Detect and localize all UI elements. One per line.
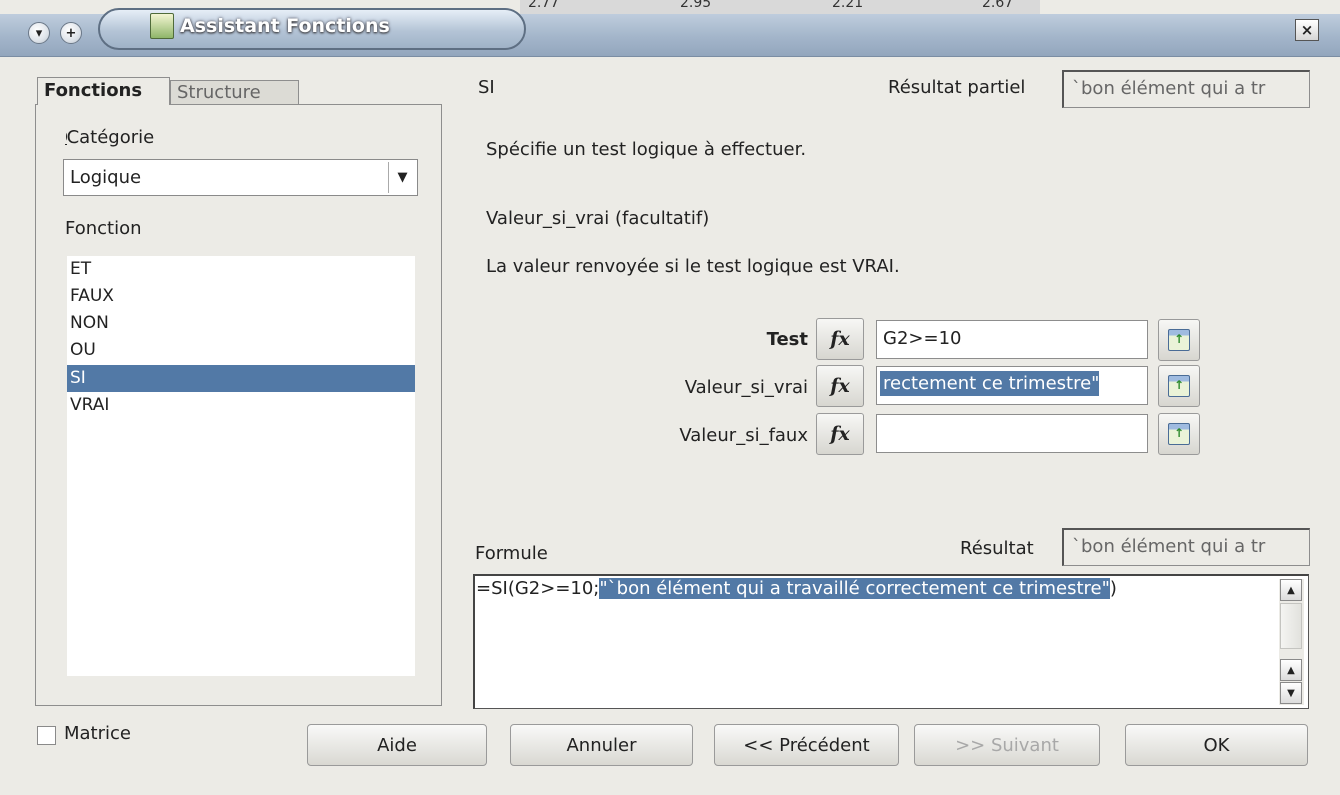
argument-name: Valeur_si_vrai (facultatif) [486,208,710,229]
list-item-selected[interactable]: SI [67,365,415,392]
arg-input-test[interactable]: G2>=10 [876,320,1148,359]
next-button[interactable]: >> Suivant [914,724,1100,766]
fx-icon: fx [830,375,850,397]
shrink-icon [1168,329,1190,351]
formula-text[interactable]: =SI(G2>=10;"`bon élément qui a travaillé… [476,578,1117,599]
previous-button[interactable]: << Précédent [714,724,899,766]
tab-fonctions[interactable]: Fonctions [37,77,170,105]
sheet-value: 2.67 [982,0,1014,11]
background-spreadsheet-strip: 2.77 2.95 2.21 2.67 [520,0,1040,14]
list-item[interactable]: VRAI [67,392,415,419]
formula-closing: ) [1109,578,1117,599]
function-name: SI [478,77,495,98]
partial-result-field: `bon élément qui a tr [1062,70,1310,108]
category-label-text: Catégorie [66,127,155,148]
help-button[interactable]: Aide [307,724,487,766]
fx-icon: fx [830,423,850,445]
shrink-button-test[interactable] [1158,319,1200,361]
formula-selected: "`bon élément qui a travaillé correcteme… [599,578,1110,599]
sheet-value: 2.95 [680,0,712,11]
category-value: Logique [70,167,142,188]
sheet-value: 2.77 [528,0,560,11]
window-menu-icon[interactable]: ▾ [28,22,50,44]
arg-input-valeur-si-faux[interactable] [876,414,1148,453]
matrix-label: Matrice [64,723,131,744]
fx-icon: fx [830,328,850,350]
close-icon[interactable]: × [1295,19,1319,41]
arg-input-valeur-si-vrai[interactable]: rectement ce trimestre" [876,366,1148,405]
result-label: Résultat [960,538,1034,559]
window-title: Assistant Fonctions [180,15,390,37]
function-description: Spécifie un test logique à effectuer. [486,139,807,160]
partial-result-label: Résultat partiel [888,77,1026,98]
calc-app-icon [150,13,174,39]
formula-plain: =SI(G2>=10; [476,578,600,599]
fx-button-valeur-si-vrai[interactable]: fx [816,365,864,407]
list-item[interactable]: FAUX [67,283,415,310]
sheet-value: 2.21 [832,0,864,11]
arg-label-valeur-si-faux: Valeur_si_faux [679,425,808,446]
result-field: `bon élément qui a tr [1062,528,1310,566]
category-label: CCatégorie [65,127,155,148]
formula-label: Formule [475,543,548,564]
function-listbox[interactable]: ET FAUX NON OU SI VRAI [67,256,415,676]
arg-label-valeur-si-vrai: Valeur_si_vrai [684,377,808,398]
keep-above-icon[interactable]: + [60,22,82,44]
arg-label-test: Test [766,329,808,350]
tab-structure[interactable]: Structure [170,80,299,105]
function-list-label: Fonction [65,218,142,239]
ok-button[interactable]: OK [1125,724,1308,766]
chevron-down-icon[interactable]: ▼ [388,162,416,193]
fx-button-valeur-si-faux[interactable]: fx [816,413,864,455]
list-item[interactable]: OU [67,337,415,364]
shrink-button-valeur-si-faux[interactable] [1158,413,1200,455]
shrink-button-valeur-si-vrai[interactable] [1158,365,1200,407]
fx-button-test[interactable]: fx [816,318,864,360]
argument-description: La valeur renvoyée si le test logique es… [486,256,900,277]
scroll-thumb[interactable] [1280,603,1302,649]
formula-scrollbar[interactable]: ▲ ▲ ▼ [1279,579,1304,705]
list-item[interactable]: ET [67,256,415,283]
list-item[interactable]: NON [67,310,415,337]
scroll-down-icon[interactable]: ▼ [1280,682,1302,704]
shrink-icon [1168,375,1190,397]
scroll-up-icon[interactable]: ▲ [1280,659,1302,681]
arg-selected-text: rectement ce trimestre" [880,371,1100,396]
matrix-checkbox[interactable] [37,726,56,745]
cancel-button[interactable]: Annuler [510,724,693,766]
scroll-up-icon[interactable]: ▲ [1280,579,1302,601]
shrink-icon [1168,423,1190,445]
